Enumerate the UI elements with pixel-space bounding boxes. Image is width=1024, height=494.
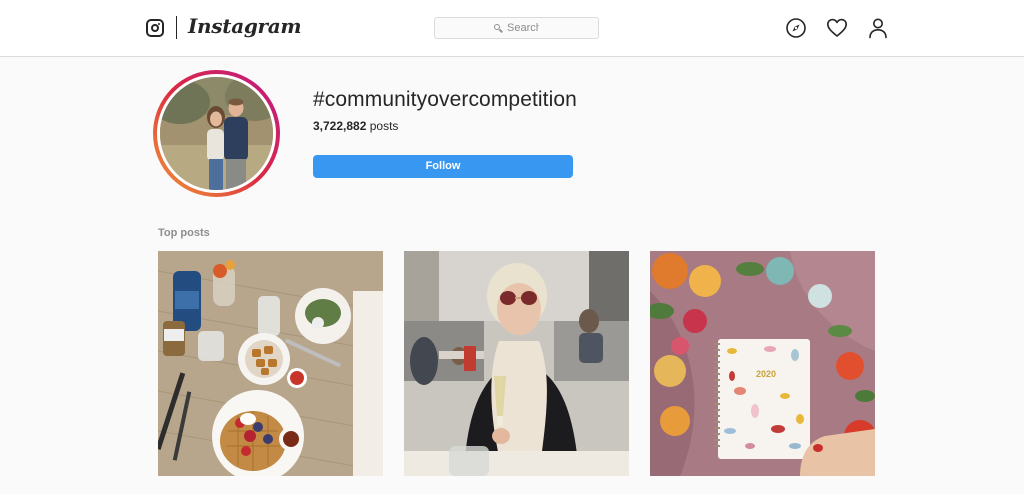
heart-icon[interactable] (825, 16, 849, 40)
person-icon[interactable] (866, 16, 890, 40)
hashtag-title: #communityovercompetition (313, 88, 577, 111)
instagram-glyph-icon[interactable] (146, 19, 164, 37)
magnifier-icon (494, 23, 503, 33)
search-box[interactable] (434, 17, 599, 39)
top-post-1[interactable] (158, 251, 383, 476)
compass-icon[interactable] (784, 16, 808, 40)
top-posts-label: Top posts (158, 227, 210, 239)
hashtag-avatar (157, 74, 276, 193)
instagram-wordmark[interactable]: Instagram (188, 14, 302, 38)
top-post-3[interactable]: 2020 (650, 251, 875, 476)
post-count: 3,722,882 posts (313, 119, 398, 133)
hashtag-avatar-ring (153, 70, 280, 197)
search-input[interactable] (507, 22, 539, 34)
planner-year-text: 2020 (756, 369, 776, 379)
post-count-number: 3,722,882 (313, 119, 367, 133)
post-count-suffix: posts (366, 119, 399, 133)
logo-divider (176, 16, 177, 39)
top-post-2[interactable] (404, 251, 629, 476)
follow-button[interactable]: Follow (313, 155, 573, 178)
top-nav-bar: Instagram (0, 0, 1024, 57)
